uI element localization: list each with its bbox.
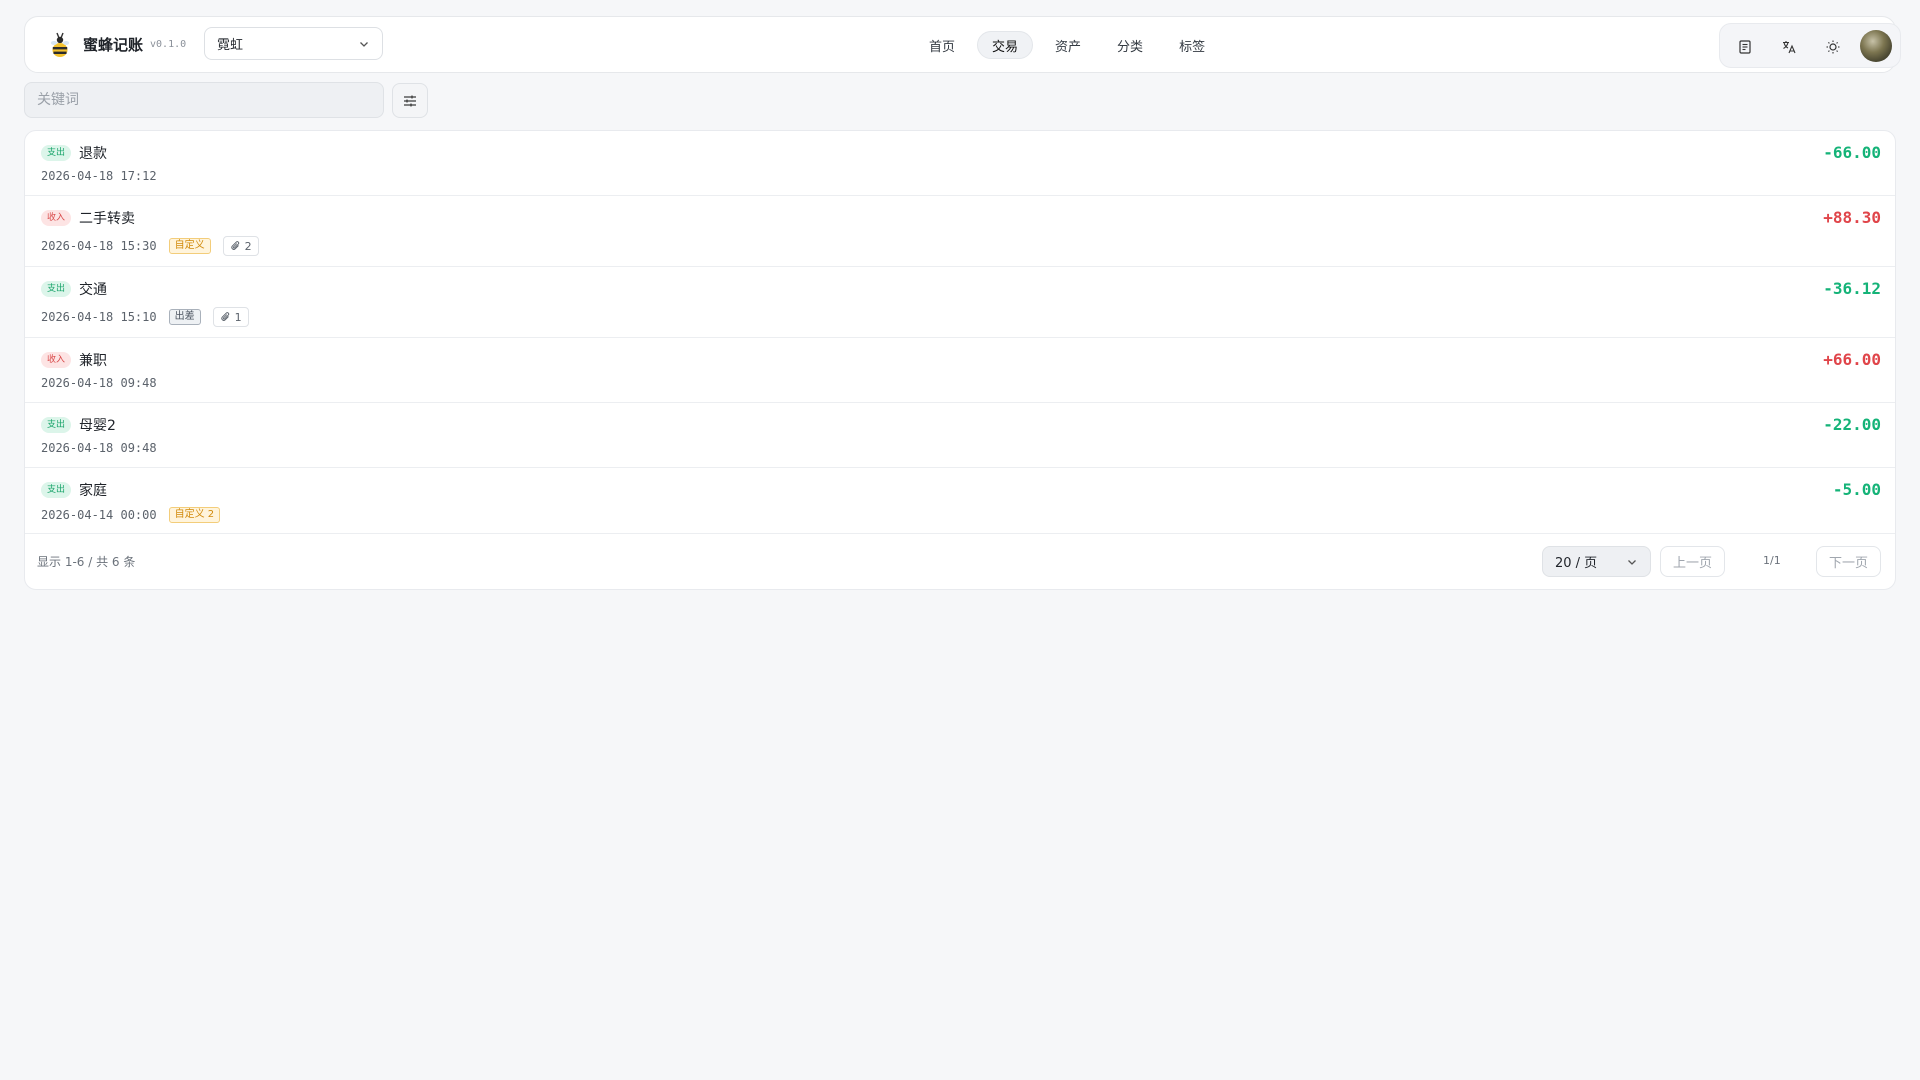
per-page-value: 20 / 页 (1555, 556, 1598, 571)
bee-logo-icon (50, 32, 70, 57)
type-badge: 支出 (41, 145, 72, 161)
transaction-amount: -5.00 (1832, 480, 1881, 499)
transaction-title: 二手转卖 (79, 211, 136, 227)
ledger-button[interactable] (1732, 34, 1758, 60)
tag-badge: 自定义 2 (168, 507, 221, 523)
search-input[interactable] (24, 82, 384, 118)
transaction-amount: -66.00 (1823, 143, 1881, 162)
transaction-list: 支出 退款 2026-04-18 17:12 -66.00 收入 二手转卖 20… (24, 130, 1896, 590)
main-nav: 首页 交易 资产 分类 标签 (915, 31, 1227, 59)
user-avatar[interactable] (1860, 30, 1892, 62)
chevron-down-icon (1628, 560, 1636, 565)
nav-item-tags[interactable]: 标签 (1165, 31, 1219, 59)
transaction-title: 母婴2 (79, 418, 116, 434)
next-page-button[interactable]: 下一页 (1816, 546, 1882, 577)
per-page-select[interactable]: 20 / 页 (1542, 546, 1651, 577)
tag-badge: 出差 (168, 309, 201, 325)
book-select[interactable]: 霓虹 (204, 27, 383, 60)
paperclip-icon (220, 312, 229, 321)
paperclip-icon (230, 241, 239, 250)
transaction-row[interactable]: 收入 兼职 2026-04-18 09:48 +66.00 (25, 338, 1895, 403)
transaction-date: 2026-04-18 17:12 (41, 169, 157, 183)
ledger-icon (1739, 40, 1751, 54)
top-bar: 蜜蜂记账 v0.1.0 霓虹 首页 交易 资产 分类 标签 (24, 16, 1901, 73)
transaction-date: 2026-04-18 15:10 (41, 310, 157, 324)
transaction-date: 2026-04-18 09:48 (41, 376, 157, 390)
transaction-title: 家庭 (79, 483, 108, 499)
transaction-row[interactable]: 支出 家庭 2026-04-14 00:00 自定义 2 -5.00 (25, 468, 1895, 534)
transaction-date: 2026-04-18 15:30 (41, 239, 157, 253)
transaction-amount: +88.30 (1823, 208, 1881, 227)
transaction-row[interactable]: 支出 交通 2026-04-18 15:10 出差 1 -36.12 (25, 267, 1895, 338)
transaction-row[interactable]: 收入 二手转卖 2026-04-18 15:30 自定义 2 +88.30 (25, 196, 1895, 267)
pagination-summary: 显示 1-6 / 共 6 条 (37, 555, 136, 569)
type-badge: 支出 (41, 482, 72, 498)
transaction-amount: +66.00 (1823, 350, 1881, 369)
sun-icon (1826, 40, 1840, 54)
transaction-date: 2026-04-14 00:00 (41, 508, 157, 522)
sliders-icon (404, 95, 416, 106)
chevron-down-icon (360, 42, 368, 47)
language-button[interactable] (1776, 34, 1802, 60)
transaction-title: 兼职 (79, 353, 108, 369)
attachment-count[interactable]: 2 (222, 236, 259, 256)
filter-button[interactable] (392, 83, 428, 118)
type-badge: 收入 (41, 352, 72, 368)
nav-item-transactions[interactable]: 交易 (977, 31, 1034, 59)
nav-item-assets[interactable]: 资产 (1041, 31, 1095, 59)
transaction-title: 交通 (79, 282, 108, 298)
nav-item-home[interactable]: 首页 (915, 31, 969, 59)
transaction-row[interactable]: 支出 母婴2 2026-04-18 09:48 -22.00 (25, 403, 1895, 468)
page-indicator: 1/1 (1763, 554, 1781, 567)
transaction-title: 退款 (79, 146, 108, 162)
theme-button[interactable] (1820, 34, 1846, 60)
transaction-amount: -22.00 (1823, 415, 1881, 434)
brand[interactable]: 蜜蜂记账 v0.1.0 (47, 29, 186, 59)
tag-badge: 自定义 (168, 238, 211, 254)
translate-icon (1783, 41, 1796, 54)
type-badge: 支出 (41, 417, 72, 433)
nav-item-categories[interactable]: 分类 (1103, 31, 1157, 59)
app-version: v0.1.0 (150, 38, 187, 50)
type-badge: 收入 (41, 210, 72, 226)
transaction-row[interactable]: 支出 退款 2026-04-18 17:12 -66.00 (25, 131, 1895, 196)
prev-page-button[interactable]: 上一页 (1660, 546, 1726, 577)
transaction-amount: -36.12 (1823, 279, 1881, 298)
toolbar (1719, 23, 1901, 68)
type-badge: 支出 (41, 281, 72, 297)
attachment-count[interactable]: 1 (212, 307, 249, 327)
app-name: 蜜蜂记账 (83, 35, 144, 54)
transaction-date: 2026-04-18 09:48 (41, 441, 157, 455)
book-select-value: 霓虹 (217, 38, 244, 53)
